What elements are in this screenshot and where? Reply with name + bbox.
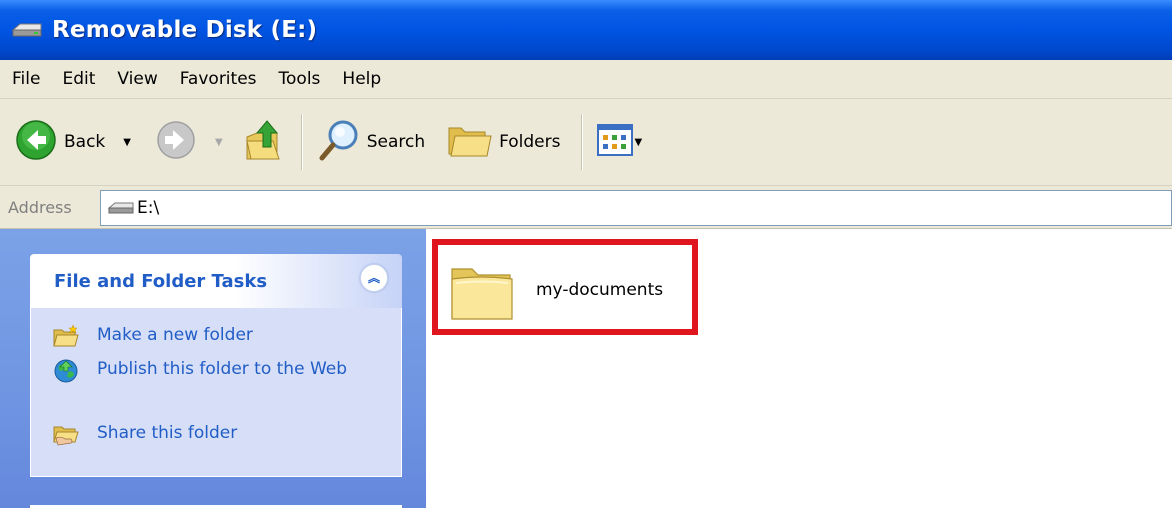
up-folder-button[interactable]: [243, 112, 283, 172]
views-dropdown-icon: ▼: [634, 136, 643, 148]
task-label: Share this folder: [97, 423, 238, 443]
search-button[interactable]: Search: [317, 112, 425, 172]
folder-item-my-documents[interactable]: my-documents: [432, 239, 698, 335]
folder-icon: [448, 257, 518, 327]
share-folder-icon: [53, 422, 79, 446]
folder-name: my-documents: [536, 280, 664, 300]
address-label: Address: [8, 197, 72, 217]
forward-button[interactable]: [155, 112, 197, 172]
folders-label: Folders: [499, 132, 561, 152]
drive-small-icon: [107, 201, 135, 215]
task-label: Make a new folder: [97, 325, 253, 345]
task-make-new-folder[interactable]: Make a new folder: [53, 324, 253, 348]
file-list: my-documents: [426, 229, 1172, 508]
forward-arrow-icon: [155, 119, 197, 166]
toolbar: Back ▼ ▼ Search Folders ▼: [0, 99, 1172, 186]
task-panel-title: File and Folder Tasks: [54, 271, 268, 292]
menu-view[interactable]: View: [117, 69, 157, 89]
task-publish-to-web[interactable]: Publish this folder to the Web: [53, 358, 353, 383]
folders-icon: [447, 120, 493, 165]
menu-help[interactable]: Help: [342, 69, 381, 89]
collapse-chevron-icon[interactable]: ︽: [360, 264, 388, 292]
back-arrow-icon: [14, 118, 58, 167]
task-label: Publish this folder to the Web: [97, 359, 348, 379]
back-dropdown-icon[interactable]: ▼: [123, 137, 131, 148]
toolbar-separator: [580, 114, 583, 170]
menu-favorites[interactable]: Favorites: [180, 69, 257, 89]
title-bar[interactable]: Removable Disk (E:): [0, 0, 1172, 60]
views-button[interactable]: ▼: [596, 112, 643, 172]
address-field[interactable]: E:\: [100, 190, 1172, 226]
task-panel-body: Make a new folder Publish this folder to…: [30, 308, 402, 477]
drive-icon: [10, 19, 46, 41]
address-value: E:\: [137, 198, 160, 218]
menu-file[interactable]: File: [12, 69, 40, 89]
file-folder-tasks-panel: File and Folder Tasks ︽ Make a new folde…: [30, 254, 402, 477]
search-icon: [317, 117, 363, 168]
window-title: Removable Disk (E:): [52, 17, 318, 43]
up-folder-icon: [243, 117, 283, 168]
views-icon: [596, 123, 633, 161]
publish-web-icon: [53, 358, 79, 383]
search-label: Search: [366, 132, 426, 152]
address-bar: Address E:\: [0, 186, 1172, 229]
next-panel-edge: [30, 505, 402, 509]
menu-tools[interactable]: Tools: [279, 69, 321, 89]
folders-button[interactable]: Folders: [447, 112, 561, 172]
new-folder-icon: [53, 324, 79, 348]
back-button[interactable]: Back: [14, 112, 105, 172]
toolbar-separator: [300, 114, 303, 170]
back-label: Back: [64, 132, 106, 152]
task-panel-header[interactable]: File and Folder Tasks ︽: [30, 254, 402, 308]
forward-dropdown-icon[interactable]: ▼: [215, 137, 223, 148]
menu-bar: File Edit View Favorites Tools Help: [0, 60, 1172, 99]
task-pane: File and Folder Tasks ︽ Make a new folde…: [0, 229, 426, 509]
menu-edit[interactable]: Edit: [62, 69, 95, 89]
task-share-folder[interactable]: Share this folder: [53, 422, 237, 446]
